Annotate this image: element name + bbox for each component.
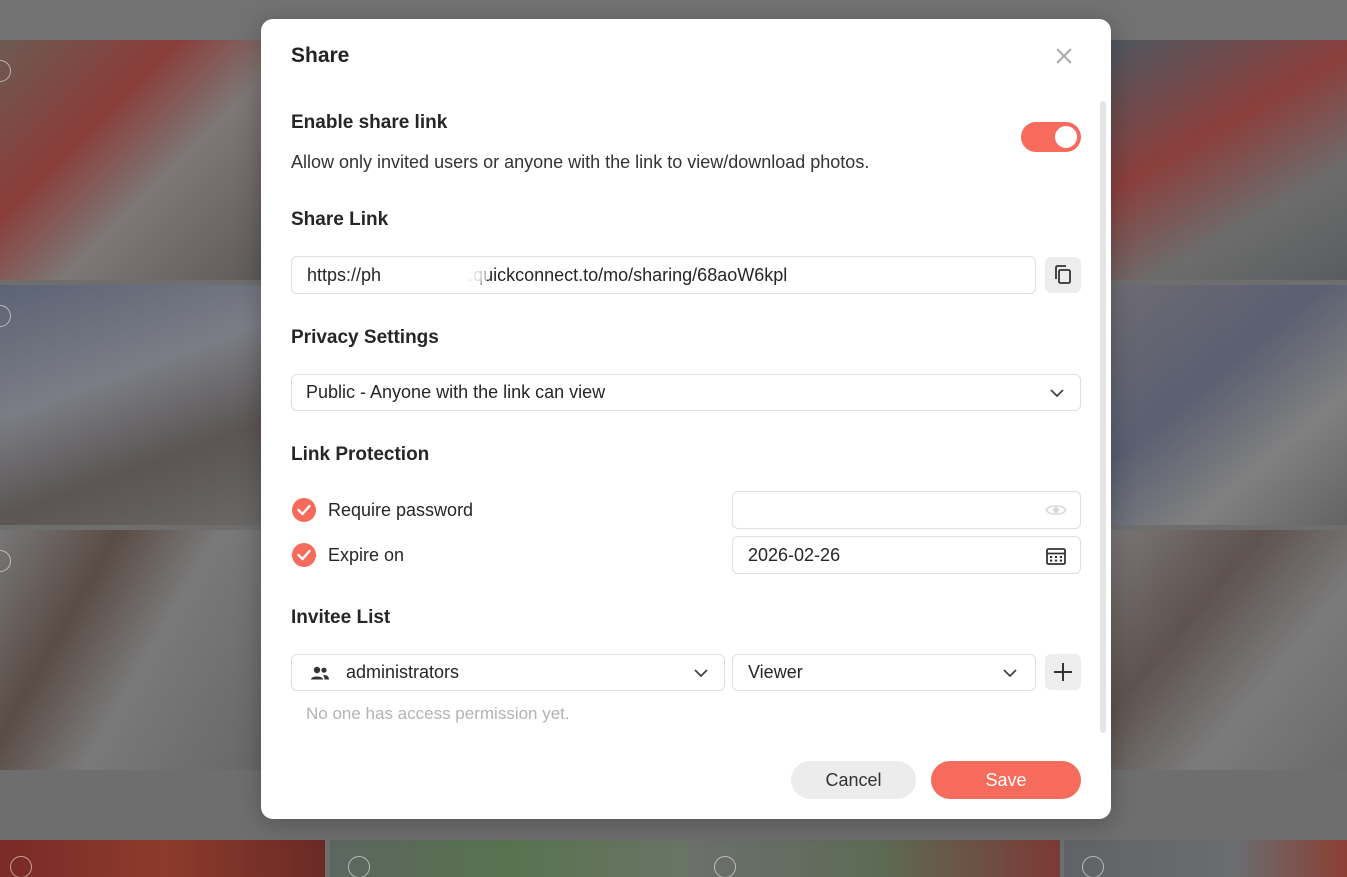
invitee-role-value: Viewer — [748, 662, 803, 682]
calendar-icon[interactable] — [1046, 547, 1066, 565]
share-link-suffix: .quickconnect.to/mo/sharing/68aoW6kpl — [468, 264, 788, 285]
photo-tile[interactable] — [0, 530, 261, 770]
save-button[interactable]: Save — [931, 761, 1081, 799]
chevron-down-icon — [694, 669, 708, 677]
share-link-title: Share Link — [291, 209, 389, 230]
photo-tile[interactable] — [1111, 285, 1347, 525]
share-link-prefix: https://ph — [307, 264, 382, 285]
expire-date-input[interactable]: 2026-02-26 — [732, 536, 1081, 574]
share-link-field[interactable]: https://ph .quickconnect.to/mo/sharing/6… — [291, 256, 1036, 294]
chevron-down-icon — [1003, 669, 1017, 677]
require-password-checkbox[interactable] — [292, 498, 316, 522]
photo-tile[interactable] — [1111, 530, 1347, 770]
require-password-label: Require password — [328, 500, 474, 520]
cancel-button[interactable]: Cancel — [791, 761, 916, 799]
photo-tile[interactable] — [330, 840, 690, 877]
eye-icon[interactable] — [1045, 503, 1067, 517]
enable-share-description: Allow only invited users or anyone with … — [291, 152, 870, 172]
privacy-selected-value: Public - Anyone with the link can view — [306, 382, 606, 402]
redaction-blur — [387, 261, 487, 291]
copy-link-button[interactable] — [1045, 257, 1081, 293]
scrollbar[interactable] — [1100, 101, 1106, 733]
enable-share-title: Enable share link — [291, 112, 448, 133]
enable-share-toggle[interactable] — [1021, 122, 1081, 152]
toggle-knob — [1055, 126, 1077, 148]
privacy-title: Privacy Settings — [291, 327, 439, 348]
expire-on-checkbox[interactable] — [292, 543, 316, 567]
share-dialog: Share Enable share link Allow only invit… — [261, 19, 1111, 819]
expire-date-value: 2026-02-26 — [748, 544, 841, 565]
close-icon[interactable] — [1053, 45, 1075, 67]
invitee-list-title: Invitee List — [291, 607, 391, 628]
privacy-select[interactable]: Public - Anyone with the link can view — [291, 374, 1081, 411]
copy-icon — [1055, 265, 1071, 284]
link-protection-title: Link Protection — [291, 444, 430, 465]
password-input[interactable] — [732, 491, 1081, 529]
invitee-group-select[interactable]: administrators — [291, 654, 725, 691]
add-invitee-button[interactable] — [1045, 654, 1081, 690]
photo-tile[interactable] — [0, 40, 261, 280]
dialog-title: Share — [291, 44, 350, 67]
invitee-role-select[interactable]: Viewer — [732, 654, 1036, 691]
photo-tile[interactable] — [0, 840, 325, 877]
plus-icon — [1054, 663, 1072, 681]
invitee-empty-note: No one has access permission yet. — [306, 704, 570, 723]
expire-on-label: Expire on — [328, 545, 405, 565]
photo-tile[interactable] — [1111, 40, 1347, 280]
users-icon — [311, 666, 329, 679]
photo-tile[interactable] — [0, 285, 261, 525]
check-icon — [297, 549, 311, 561]
chevron-down-icon — [1050, 389, 1064, 397]
photo-tile[interactable] — [1064, 840, 1347, 877]
check-icon — [297, 504, 311, 516]
photo-tile[interactable] — [696, 840, 1060, 877]
invitee-group-value: administrators — [346, 662, 460, 682]
